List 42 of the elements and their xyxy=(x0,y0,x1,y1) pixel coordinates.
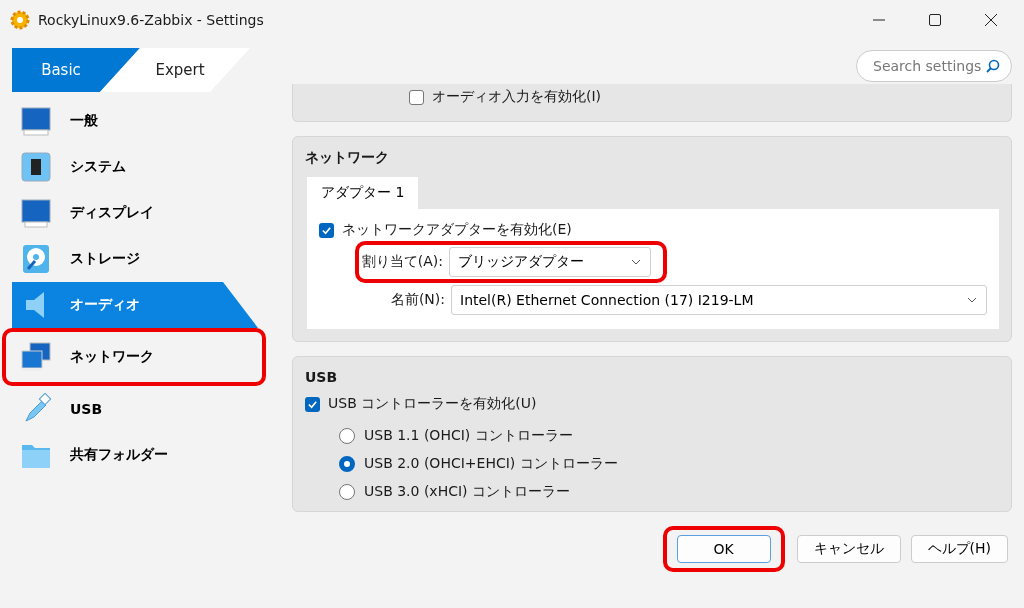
sidebar-item[interactable]: ネットワーク xyxy=(6,334,262,380)
sidebar-item[interactable]: ストレージ xyxy=(0,236,260,282)
sidebar-item[interactable]: システム xyxy=(0,144,260,190)
dropdown[interactable]: ブリッジアダプター xyxy=(449,247,651,277)
radio-button[interactable] xyxy=(339,428,355,444)
radio-label: USB 1.1 (OHCI) コントローラー xyxy=(364,427,573,445)
adapter-tab[interactable]: アダプター 1 xyxy=(307,177,419,209)
section-title: ネットワーク xyxy=(304,148,390,167)
dialog-button[interactable]: ヘルプ(H) xyxy=(910,535,1008,563)
sidebar-item[interactable]: 一般 xyxy=(0,98,260,144)
field-label: 割り当て(A): xyxy=(360,253,443,271)
search-field[interactable]: Search settings xyxy=(856,50,1012,82)
radio-label: USB 3.0 (xHCI) コントローラー xyxy=(364,483,570,501)
sidebar-item[interactable]: 共有フォルダー xyxy=(0,432,260,478)
checkbox[interactable] xyxy=(305,396,320,412)
section-title: USB xyxy=(304,368,339,387)
sidebar-item[interactable]: オーディオ xyxy=(12,282,258,328)
field-label: 名前(N): xyxy=(389,291,445,309)
sidebar-item[interactable]: ディスプレイ xyxy=(0,190,260,236)
check-icon xyxy=(321,224,332,236)
dropdown[interactable]: Intel(R) Ethernet Connection (17) I219-LM xyxy=(451,285,987,315)
radio-button[interactable] xyxy=(339,484,355,500)
checkbox[interactable] xyxy=(319,222,334,238)
chip-icon xyxy=(20,151,52,183)
close-icon xyxy=(984,13,998,27)
monitor-icon xyxy=(20,197,52,229)
gear-icon xyxy=(10,10,30,30)
search-input[interactable]: Search settings xyxy=(871,57,985,75)
checkbox-label: USB コントローラーを有効化(U) xyxy=(328,395,537,413)
checkbox-label: オーディオ入力を有効化(I) xyxy=(432,88,602,106)
search-icon xyxy=(985,58,1001,74)
monitor-icon xyxy=(20,105,52,137)
radio-label: USB 2.0 (OHCI+EHCI) コントローラー xyxy=(364,455,618,473)
window-title: RockyLinux9.6-Zabbix - Settings xyxy=(38,12,265,28)
maximize-icon xyxy=(928,13,942,27)
dialog-button[interactable]: キャンセル xyxy=(796,535,901,563)
checkbox[interactable] xyxy=(409,89,424,105)
checkbox-label: ネットワークアダプターを有効化(E) xyxy=(342,221,572,239)
sidebar-item[interactable]: USB xyxy=(0,386,260,432)
radio-button[interactable] xyxy=(339,456,355,472)
dialog-button[interactable]: OK xyxy=(676,535,771,563)
check-icon xyxy=(307,398,318,410)
